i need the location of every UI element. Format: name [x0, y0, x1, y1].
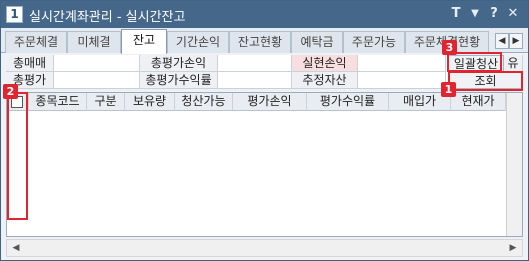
- callout-badge-3: 3: [442, 40, 457, 55]
- extra-label: 유: [504, 55, 523, 72]
- column-header[interactable]: 평가손익: [233, 93, 307, 111]
- total-trade-label: 총매매: [6, 55, 54, 72]
- total-eval-pnl-label: 총평가손익: [140, 55, 218, 72]
- scroll-left-icon[interactable]: ◀: [9, 242, 23, 254]
- tab-balance-status[interactable]: 잔고현황: [229, 31, 291, 53]
- tab-order-fill[interactable]: 주문체결: [5, 31, 67, 53]
- scroll-right-icon[interactable]: ▶: [506, 242, 520, 254]
- column-header[interactable]: 종목코드: [29, 93, 87, 111]
- tab-deposit[interactable]: 예탁금: [291, 31, 343, 53]
- callout-badge-2: 2: [3, 84, 18, 99]
- horizontal-scrollbar[interactable]: ◀ ▶: [6, 239, 523, 257]
- column-header[interactable]: 보유량: [125, 93, 175, 111]
- est-asset-label: 추정자산: [292, 72, 358, 89]
- realized-pnl-label: 실현손익: [292, 55, 358, 72]
- callout-badge-1: 1: [441, 82, 456, 97]
- column-header[interactable]: 현재가: [451, 93, 506, 111]
- column-header[interactable]: 구분: [87, 93, 125, 111]
- window: 1 실시간계좌관리 - 실시간잔고 T ▼ ? ✕ 주문체결 미체결 잔고 기간…: [0, 0, 529, 261]
- highlight-box-bulk-settle: [447, 52, 502, 72]
- total-trade-value: [54, 55, 140, 72]
- total-eval-rate-value: [218, 72, 292, 89]
- theme-icon[interactable]: T: [448, 5, 464, 23]
- app-icon: 1: [6, 6, 23, 23]
- window-title: 실시간계좌관리 - 실시간잔고: [29, 10, 186, 25]
- balance-grid: 종목코드 구분 보유량 청산가능 평가손익 평가수익률 매입가 현재가: [6, 92, 523, 237]
- est-asset-value: [358, 72, 446, 89]
- tab-unfilled[interactable]: 미체결: [67, 31, 121, 53]
- tab-next-icon[interactable]: ▶: [509, 33, 523, 49]
- highlight-box-query: [448, 71, 523, 91]
- help-icon[interactable]: ?: [486, 5, 502, 23]
- close-icon[interactable]: ✕: [505, 5, 521, 23]
- title-bar: 1 실시간계좌관리 - 실시간잔고 T ▼ ? ✕: [1, 1, 528, 28]
- tab-order-available[interactable]: 주문가능: [343, 31, 405, 53]
- highlight-box-checkbox-column: [7, 92, 28, 220]
- total-eval-pnl-value: [218, 55, 292, 72]
- column-header[interactable]: 평가수익률: [307, 93, 389, 111]
- total-eval-value: [54, 72, 140, 89]
- tab-prev-icon[interactable]: ◀: [495, 33, 509, 49]
- realized-pnl-value: [358, 55, 446, 72]
- tab-balance[interactable]: 잔고: [121, 29, 167, 54]
- column-header[interactable]: 청산가능: [175, 93, 233, 111]
- vertical-scrollbar[interactable]: [506, 93, 522, 236]
- tab-period-pnl[interactable]: 기간손익: [167, 31, 229, 53]
- total-eval-rate-label: 총평가수익률: [140, 72, 218, 89]
- pin-icon[interactable]: ▼: [467, 5, 483, 23]
